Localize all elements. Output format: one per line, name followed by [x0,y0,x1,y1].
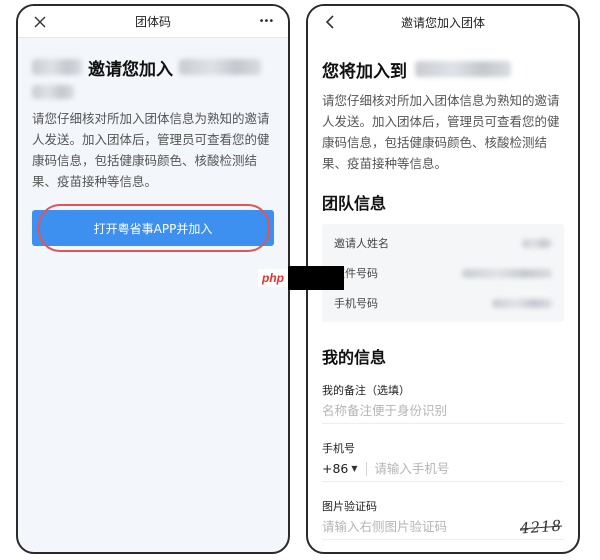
my-info-title: 我的信息 [322,348,387,367]
phone-input-row: +86 ▼ [322,455,564,482]
info-label: 邀请人姓名 [334,237,389,250]
country-code-select[interactable]: +86 ▼ [322,461,366,476]
country-code-value: +86 [322,461,349,476]
join-text: 您将加入到 [322,61,407,82]
phone-value-blurred [492,298,552,308]
left-description: 请您仔细核对所加入团体信息为熟知的邀请人发送。加入团体后，管理员可查看您的健康码… [32,111,270,189]
watermark-bar [288,266,344,290]
inviter-value-blurred [522,238,552,248]
chevron-left-icon[interactable] [320,12,340,32]
info-row-phone: 手机号码 [322,288,564,318]
left-top-bar: 团体码 ••• [18,6,288,38]
more-dots-icon[interactable]: ••• [256,12,276,32]
info-row-inviter: 邀请人姓名 [322,228,564,258]
invite-text: 邀请您加入 [88,59,173,80]
captcha-label: 图片验证码 [322,500,377,513]
group-name-blurred-line2 [32,85,74,99]
team-info-card: 邀请人姓名 证件号码 手机号码 [322,224,564,322]
remark-input[interactable] [322,398,564,424]
close-icon[interactable] [30,12,50,32]
watermark-logo: php [258,269,288,287]
left-phone-screen: 团体码 ••• 邀请您加入 请您仔细核对所加入团体信息为熟知的邀请人发送。加入团… [16,4,290,554]
left-page-title: 团体码 [134,15,171,29]
phone-input[interactable] [374,455,564,482]
captcha-image[interactable]: 4218 [517,514,564,539]
open-app-join-button[interactable]: 打开粤省事APP并加入 [32,210,274,246]
right-description: 请您仔细核对所加入团体信息为熟知的邀请人发送。加入团体后，管理员可查看您的健康码… [322,93,560,171]
phone-label: 手机号 [322,442,355,455]
captcha-input[interactable] [322,513,472,540]
group-name-blurred [179,59,261,75]
info-label: 手机号码 [334,297,378,310]
right-page-title: 邀请您加入团体 [400,15,485,30]
captcha-row: 4218 [322,513,564,540]
caret-down-icon: ▼ [351,464,358,473]
join-header: 您将加入到 [322,56,564,82]
team-info-title: 团队信息 [322,194,387,213]
inviter-name-blurred [32,59,82,75]
right-top-bar: 邀请您加入团体 [308,6,578,38]
left-invite-header: 邀请您加入 [18,38,288,102]
open-app-button-wrap: 打开粤省事APP并加入 [32,204,274,252]
id-value-blurred [462,268,552,278]
watermark: php [258,266,344,290]
remark-label: 我的备注（选填） [322,384,410,397]
info-row-id: 证件号码 [322,258,564,288]
group-name-blurred [415,61,511,77]
right-phone-screen: 邀请您加入团体 您将加入到 请您仔细核对所加入团体信息为熟知的邀请人发送。加入团… [306,4,580,554]
